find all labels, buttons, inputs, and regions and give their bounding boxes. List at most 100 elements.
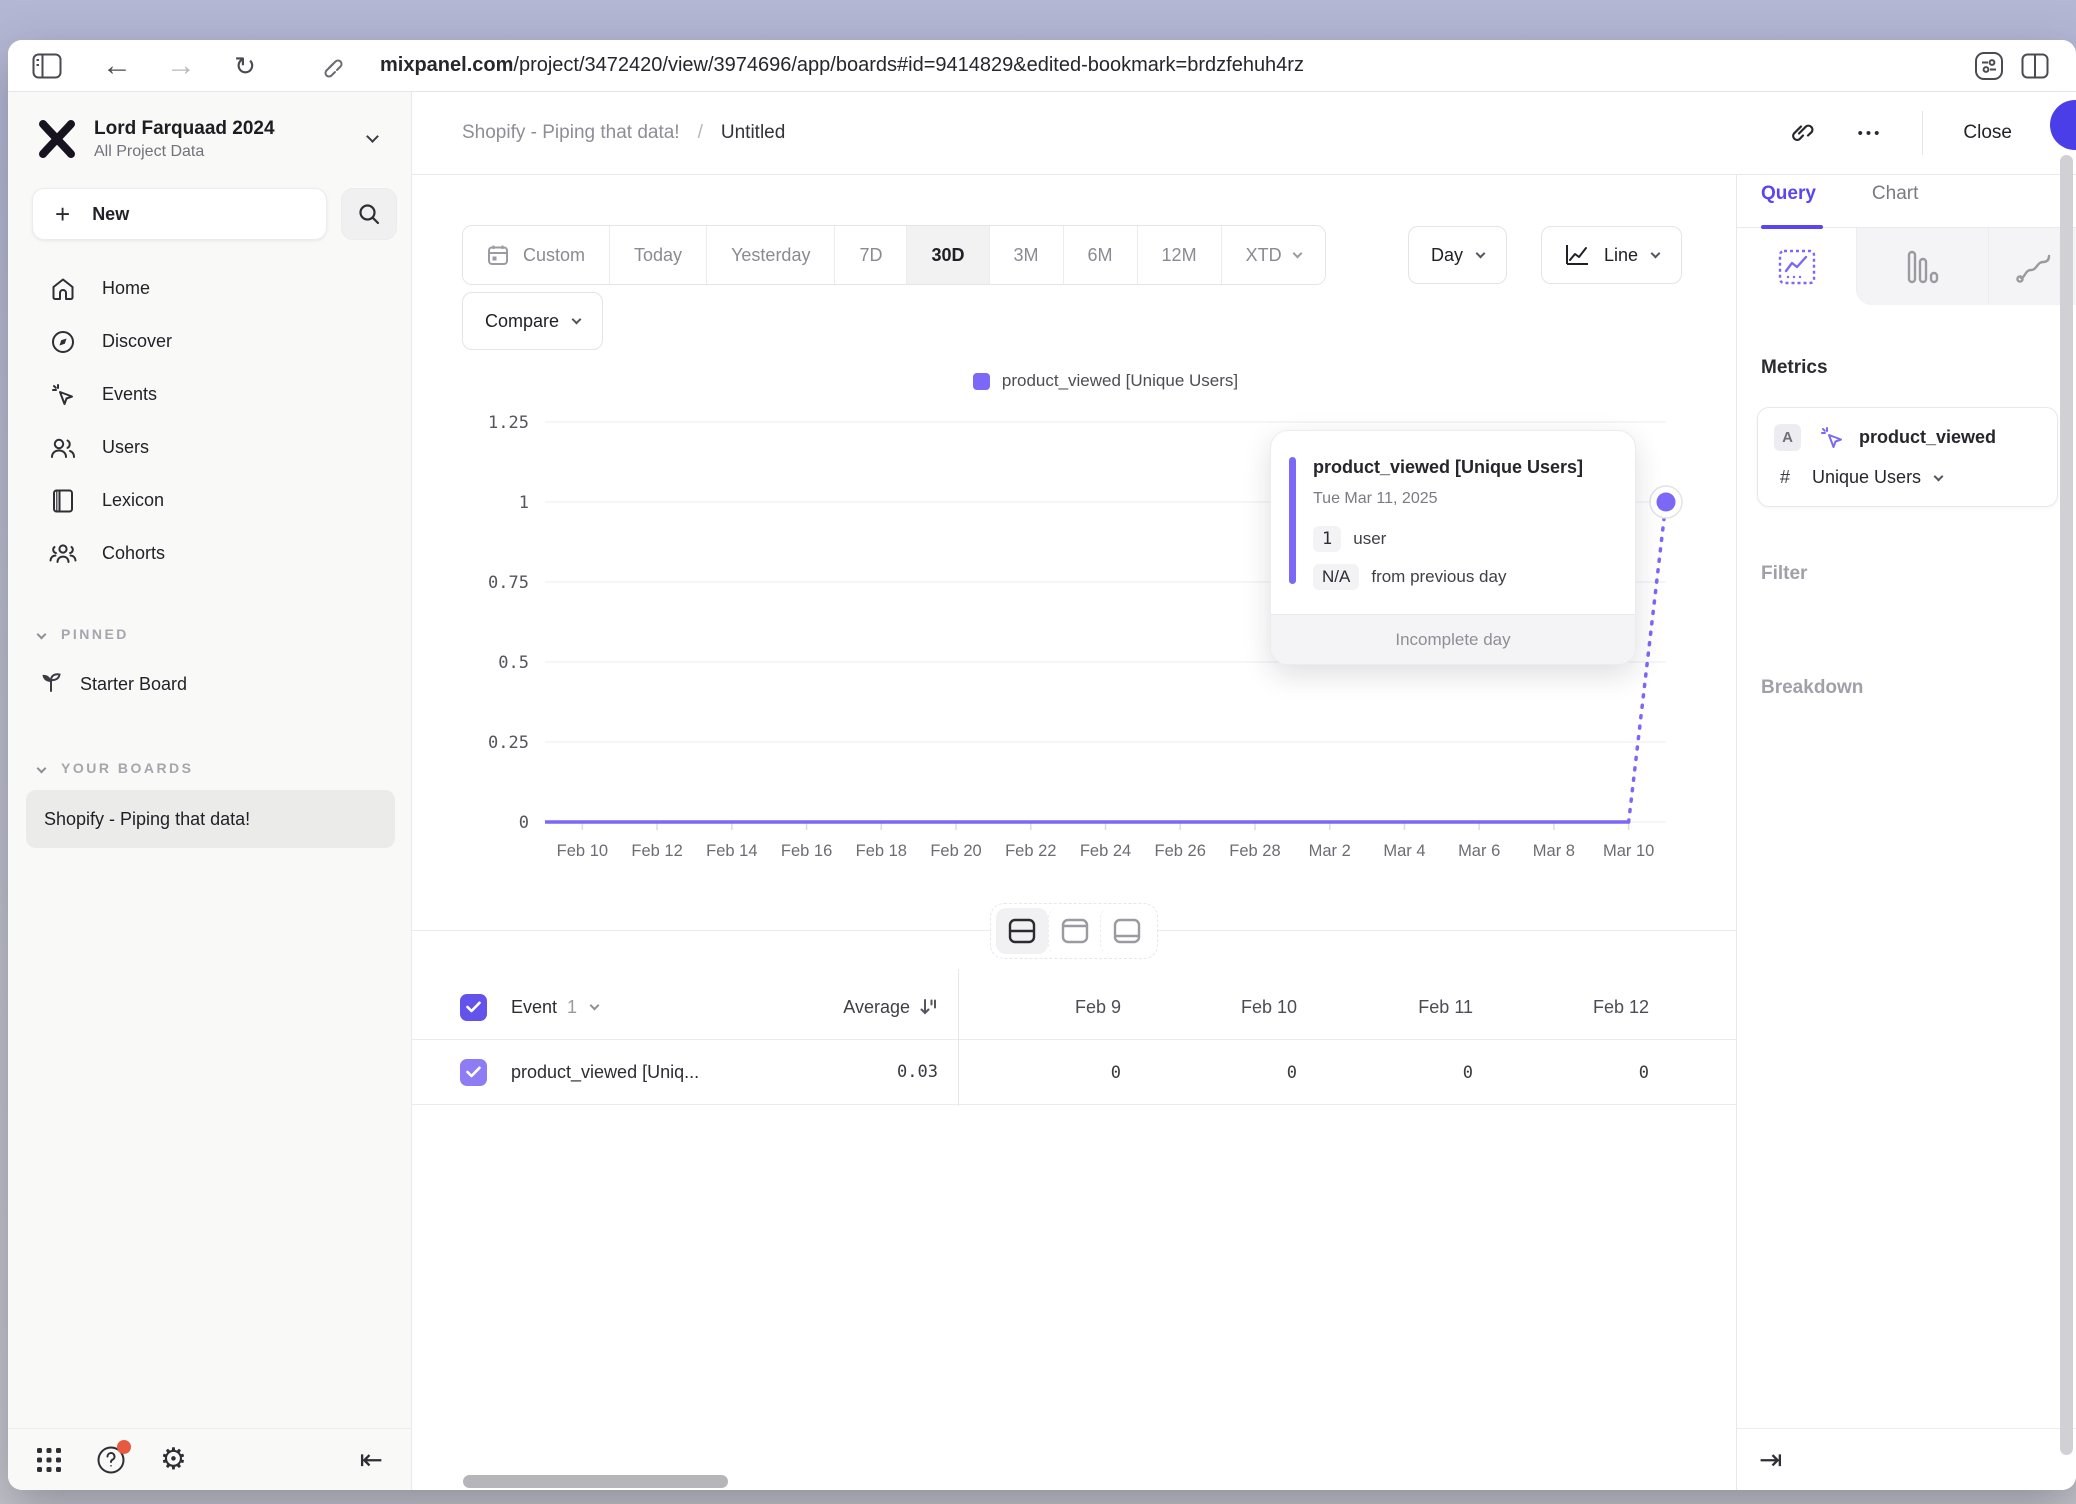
granularity-dropdown[interactable]: Day [1408,226,1507,284]
sidebar-item-cohorts[interactable]: Cohorts [8,527,411,580]
breadcrumb-separator: / [698,122,703,144]
checkbox-check-icon [466,1066,481,1078]
range-30d[interactable]: 30D [907,226,989,284]
metric-aggregation[interactable]: # Unique Users [1780,467,2041,488]
row-value: 0 [1463,1063,1473,1083]
help-icon[interactable] [96,1445,126,1475]
date-column-header[interactable]: Feb 12 [1486,997,1662,1018]
breadcrumb-current[interactable]: Untitled [721,122,785,144]
date-column-header[interactable]: Feb 10 [1134,997,1310,1018]
notification-dot [117,1440,131,1454]
workspace-switcher[interactable]: Lord Farquaad 2024 All Project Data [8,92,411,162]
layout-bottom-icon[interactable] [1100,908,1152,954]
event-column-header[interactable]: Event [511,997,557,1018]
row-average: 0.03 [897,1062,938,1082]
sidebar-toggle-icon[interactable] [24,44,70,88]
sidebar-item-discover[interactable]: Discover [8,315,411,368]
date-column-header[interactable]: Feb 11 [1310,997,1486,1018]
range-7d[interactable]: 7D [835,226,907,284]
pinned-section-header[interactable]: PINNED [38,626,411,642]
plus-icon: + [55,201,70,227]
layout-toggle-group [990,903,1158,959]
chevron-down-icon [1934,471,1944,481]
sidebar-item-label: Users [102,437,149,458]
select-all-checkbox[interactable] [460,994,487,1021]
more-options-icon[interactable]: ••• [1858,125,1883,142]
row-checkbox[interactable] [460,1059,487,1086]
address-bar[interactable]: mixpanel.com/project/3472420/view/397469… [380,54,1304,77]
range-12m[interactable]: 12M [1138,226,1222,284]
svg-text:Feb 28: Feb 28 [1229,842,1280,860]
tab-query[interactable]: Query [1761,175,1816,205]
close-button[interactable]: Close [1963,122,2012,144]
svg-text:Feb 14: Feb 14 [706,842,757,860]
reload-icon[interactable]: ↻ [222,44,268,88]
metric-card[interactable]: A product_viewed # Unique Users [1757,407,2058,507]
sidebar-item-board-selected[interactable]: Shopify - Piping that data! [26,790,395,848]
average-column-header[interactable]: Average [802,997,938,1018]
breadcrumb-board[interactable]: Shopify - Piping that data! [462,122,680,144]
chart-tooltip: product_viewed [Unique Users] Tue Mar 11… [1270,430,1636,665]
expand-right-icon[interactable]: ⇥ [1759,1443,1782,1476]
back-icon[interactable]: ← [94,44,140,88]
range-custom[interactable]: Custom [463,226,610,284]
chart-type-dropdown[interactable]: Line [1541,226,1682,284]
tooltip-change-label: from previous day [1371,567,1506,587]
svg-text:1: 1 [519,493,529,513]
breakdown-section-label: Breakdown [1761,677,2076,699]
gear-icon[interactable]: ⚙ [160,1445,187,1475]
range-6m[interactable]: 6M [1064,226,1138,284]
horizontal-scrollbar[interactable] [463,1475,728,1488]
sidebar-item-lexicon[interactable]: Lexicon [8,474,411,527]
workspace-name: Lord Farquaad 2024 [94,118,368,140]
compare-button[interactable]: Compare [462,292,603,350]
table-row[interactable]: product_viewed [Uniq... 0.03 0 0 0 0 [412,1040,1736,1105]
vertical-scrollbar[interactable] [2060,155,2073,1455]
range-3m[interactable]: 3M [990,226,1064,284]
layout-split-icon[interactable] [996,908,1048,954]
chevron-down-icon [366,130,379,143]
svg-text:Feb 24: Feb 24 [1080,842,1131,860]
search-icon [357,202,381,226]
svg-text:Feb 10: Feb 10 [557,842,608,860]
row-value: 0 [1111,1063,1121,1083]
chevron-down-icon [572,315,582,325]
sort-icon [918,997,938,1017]
insights-tab[interactable] [1737,228,1856,305]
sidebar-item-home[interactable]: Home [8,262,411,315]
query-panel: Query Chart [1736,175,2076,1490]
funnels-tab[interactable] [1856,228,1988,305]
tab-chart[interactable]: Chart [1872,175,1918,205]
board-item-label: Shopify - Piping that data! [44,809,250,830]
metric-letter-chip: A [1774,424,1801,451]
svg-text:Feb 12: Feb 12 [631,842,682,860]
event-count: 1 [567,997,577,1018]
copy-link-icon[interactable] [1788,118,1814,149]
users-icon [48,435,78,461]
app-grid-icon[interactable] [36,1447,62,1473]
sidebar-item-label: Home [102,278,150,299]
chevron-down-icon [1476,249,1486,259]
range-xtd[interactable]: XTD [1222,226,1325,284]
new-button[interactable]: + New [32,188,327,240]
sidebar-item-starter-board[interactable]: Starter Board [38,658,411,710]
range-yesterday[interactable]: Yesterday [707,226,835,284]
tooltip-change: N/A [1313,564,1359,590]
range-today[interactable]: Today [610,226,707,284]
breakdown-table: Event 1 Average [412,975,1736,1105]
forward-icon[interactable]: → [158,44,204,88]
panel-footer: ⇥ [1737,1428,2076,1490]
event-spark-icon [1819,425,1845,451]
sidebar-item-events[interactable]: Events [8,368,411,421]
chevron-down-icon [1651,249,1661,259]
sidebar-item-users[interactable]: Users [8,421,411,474]
home-icon [48,276,78,302]
sliders-icon[interactable] [1966,44,2012,88]
line-chart-icon [1564,243,1590,267]
date-column-header[interactable]: Feb 9 [958,997,1134,1018]
layout-top-icon[interactable] [1048,908,1100,954]
search-button[interactable] [341,188,397,240]
collapse-left-icon[interactable]: ⇤ [360,1443,383,1476]
split-view-icon[interactable] [2012,44,2058,88]
your-boards-section-header[interactable]: YOUR BOARDS [38,760,411,776]
